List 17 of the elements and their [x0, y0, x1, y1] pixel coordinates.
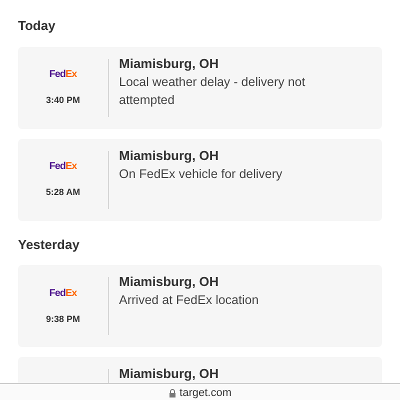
- event-location: Miamisburg, OH: [119, 365, 219, 383]
- carrier-logo: FedEx: [49, 160, 77, 174]
- section-heading: Yesterday: [18, 236, 80, 254]
- event-time: 5:28 AM: [46, 186, 80, 200]
- carrier-logo: FedEx: [49, 286, 77, 301]
- event-status: Local weather delay - delivery not attempted: [119, 74, 306, 108]
- url-text[interactable]: target.com: [180, 387, 232, 399]
- event-location: Miamisburg, OH: [119, 146, 220, 164]
- event-status: On FedEx vehicle for delivery: [119, 166, 282, 182]
- event-time: 9:38 PM: [46, 312, 80, 326]
- event-location: Miamisburg, OH: [119, 273, 220, 291]
- lock-icon: [168, 389, 176, 398]
- section-heading: Today: [18, 17, 56, 35]
- event-time: 3:40 PM: [46, 94, 80, 108]
- event-status: Arrived at FedEx location: [119, 292, 259, 309]
- carrier-logo: FedEx: [49, 68, 77, 82]
- event-location: Miamisburg, OH: [119, 54, 220, 72]
